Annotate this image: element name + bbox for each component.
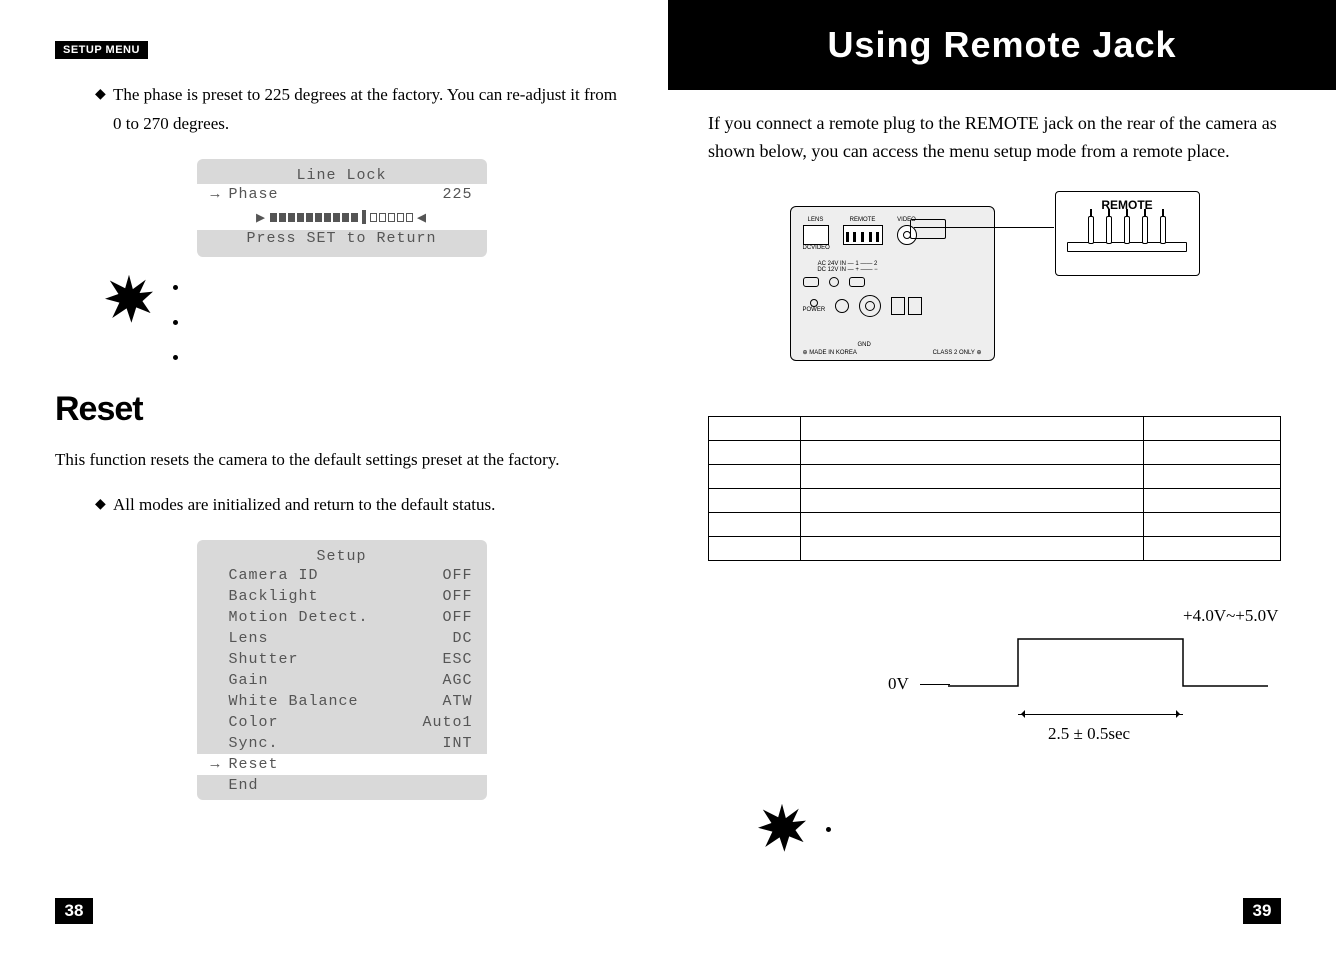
setup-row-value: OFF [442, 588, 472, 605]
lens-label: LENS [803, 217, 829, 223]
setup-row: ShutterESC [197, 649, 487, 670]
table-row [709, 440, 1281, 464]
table-row [709, 464, 1281, 488]
setup-row: White BalanceATW [197, 691, 487, 712]
bullet-diamond-icon: ◆ [95, 491, 113, 519]
reset-heading: Reset [55, 390, 628, 429]
table-row [709, 512, 1281, 536]
line-lock-panel: Line Lock → Phase 225 ▶ ◀ Press SET to R… [197, 159, 487, 257]
reset-bullet: ◆ All modes are initialized and return t… [95, 491, 628, 520]
setup-row-value: DC [452, 630, 472, 647]
setup-row: LensDC [197, 628, 487, 649]
reset-row-label: Reset [229, 756, 473, 773]
phase-row: → Phase 225 [197, 184, 487, 205]
zero-voltage-label: 0V [888, 674, 909, 694]
setup-row-label: Shutter [229, 651, 443, 668]
dcv-label: DC 12V IN [817, 267, 846, 273]
setup-row: Sync.INT [197, 733, 487, 754]
reset-bullet-text: All modes are initialized and return to … [113, 491, 495, 520]
camera-back-panel: LENS DCVIDEO REMOTE VIDEO [790, 206, 995, 361]
bullet-diamond-icon: ◆ [95, 81, 113, 109]
leader-line [920, 684, 950, 685]
setup-row-value: INT [442, 735, 472, 752]
setup-row-label: Backlight [229, 588, 443, 605]
end-row-label: End [229, 777, 473, 794]
setup-row-value: ESC [442, 651, 472, 668]
power-label: POWER [803, 307, 826, 313]
note-block-right [758, 804, 1281, 852]
setup-row-value: OFF [442, 609, 472, 626]
phase-bullet-text: The phase is preset to 225 degrees at th… [113, 81, 628, 139]
note-block [105, 275, 628, 360]
note-bullet-icon [173, 320, 178, 325]
connector-pin-icon [1160, 216, 1166, 244]
slider-thumb-icon [362, 210, 366, 224]
slider-left-arrow-icon: ▶ [256, 208, 266, 227]
setup-row-label: Motion Detect. [229, 609, 443, 626]
table-row [709, 488, 1281, 512]
setup-row-value: Auto1 [422, 714, 472, 731]
line-lock-footer: Press SET to Return [197, 230, 487, 247]
table-row [709, 416, 1281, 440]
setup-row-label: Lens [229, 630, 453, 647]
pulse-duration-label: 2.5 ± 0.5sec [1048, 724, 1130, 744]
connector-pin-icon [1142, 216, 1148, 244]
end-row: End [197, 775, 487, 796]
note-bullet-icon [173, 355, 178, 360]
timing-diagram: 0V +4.0V~+5.0V 2.5 ± 0.5sec [708, 606, 1281, 786]
setup-row-value: OFF [442, 567, 472, 584]
phase-bullet: ◆ The phase is preset to 225 degrees at … [95, 81, 628, 139]
setup-row-label: Sync. [229, 735, 443, 752]
setup-row: ColorAuto1 [197, 712, 487, 733]
section-tag: SETUP MENU [55, 41, 148, 59]
selector-arrow-icon: → [211, 186, 229, 203]
phase-label: Phase [229, 186, 443, 203]
setup-panel: Setup Camera IDOFFBacklightOFFMotion Det… [197, 540, 487, 800]
connector-pin-icon [1106, 216, 1112, 244]
setup-row-label: Camera ID [229, 567, 443, 584]
remote-label: REMOTE [843, 217, 883, 223]
remote-jack-diagram: LENS DCVIDEO REMOTE VIDEO [790, 191, 1200, 376]
note-bullet-icon [826, 827, 831, 832]
setup-row: Camera IDOFF [197, 565, 487, 586]
table-row [709, 536, 1281, 560]
setup-row-label: White Balance [229, 693, 443, 710]
gnd-label: GND [858, 342, 871, 348]
slider-right-arrow-icon: ◀ [417, 208, 427, 227]
phase-value: 225 [442, 186, 472, 203]
page-number-left: 38 [55, 898, 93, 924]
duration-arrow [1018, 714, 1183, 715]
reset-paragraph: This function resets the camera to the d… [55, 447, 628, 473]
high-voltage-label: +4.0V~+5.0V [1183, 606, 1278, 626]
page-number-right: 39 [1243, 898, 1281, 924]
setup-row-label: Gain [229, 672, 443, 689]
pulse-waveform [948, 636, 1268, 716]
dc-label: DC [803, 245, 812, 251]
connector-pin-icon [1088, 216, 1094, 244]
page-title: Using Remote Jack [668, 0, 1336, 90]
made-label: MADE IN KOREA [809, 350, 857, 356]
class-label: CLASS 2 ONLY [933, 350, 975, 356]
selector-arrow-icon: → [211, 756, 229, 773]
setup-row: GainAGC [197, 670, 487, 691]
intro-paragraph: If you connect a remote plug to the REMO… [708, 110, 1281, 166]
setup-row: BacklightOFF [197, 586, 487, 607]
line-lock-title: Line Lock [197, 167, 487, 184]
spec-table [708, 416, 1281, 561]
setup-row: Motion Detect.OFF [197, 607, 487, 628]
phase-slider: ▶ ◀ [197, 205, 487, 230]
setup-row-value: AGC [442, 672, 472, 689]
remote-highlight-box [910, 219, 946, 239]
connector-pin-icon [1124, 216, 1130, 244]
reset-row: → Reset [197, 754, 487, 775]
setup-title: Setup [197, 548, 487, 565]
note-bullet-icon [173, 285, 178, 290]
remote-connector-zoom: REMOTE [1055, 191, 1200, 276]
setup-row-value: ATW [442, 693, 472, 710]
starburst-icon [105, 275, 153, 323]
setup-row-label: Color [229, 714, 423, 731]
starburst-icon [758, 804, 806, 852]
